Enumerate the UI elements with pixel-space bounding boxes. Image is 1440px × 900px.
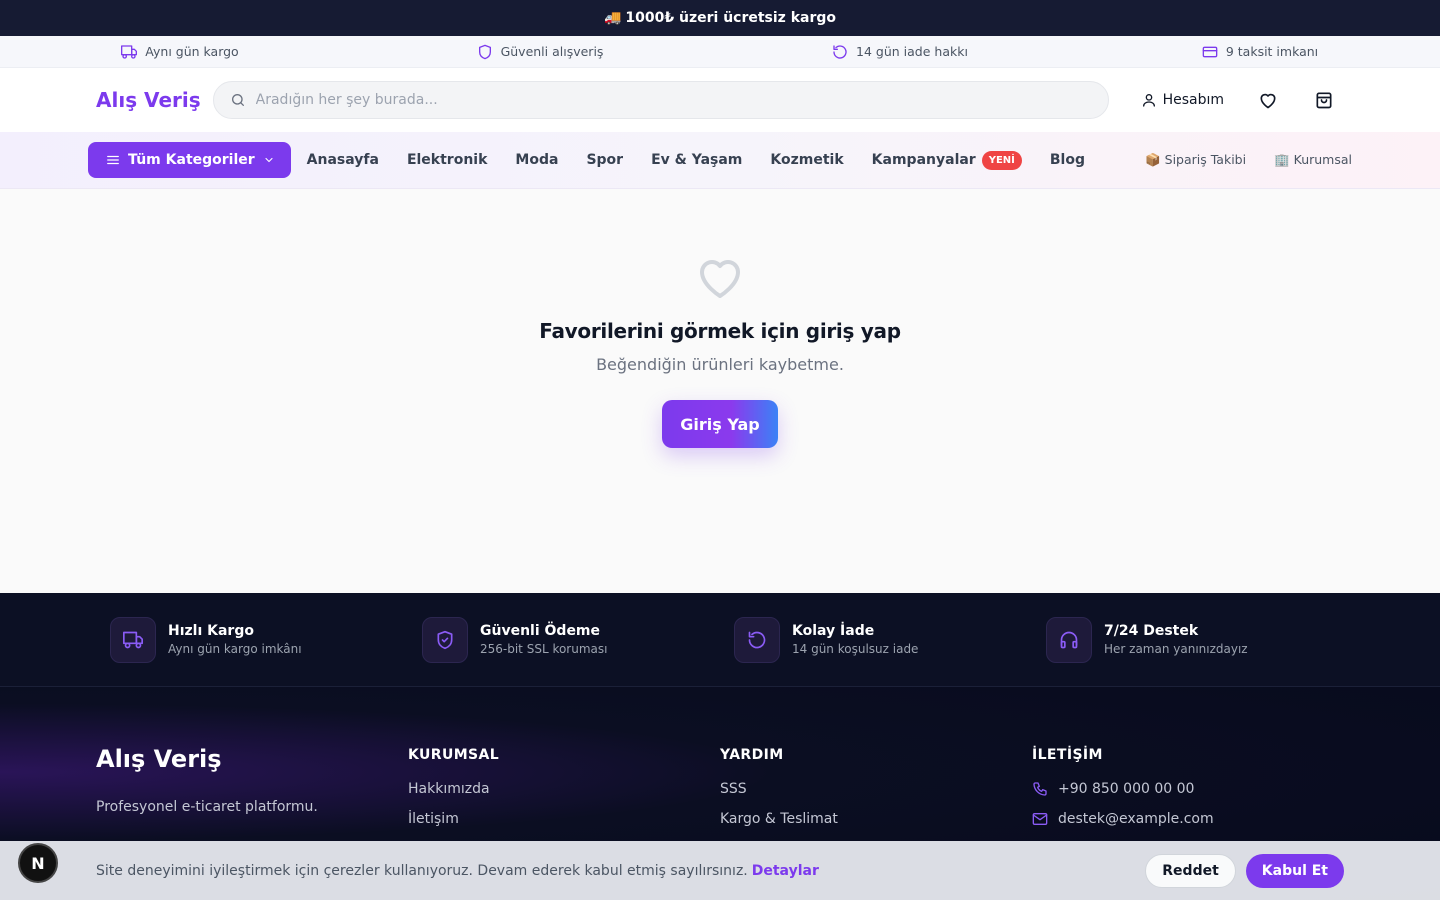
devtools-badge[interactable]: N <box>18 843 58 883</box>
announcement-bar: 🚚 1000₺ üzeri ücretsiz kargo <box>0 0 1440 36</box>
site-logo[interactable]: Alış Veriş <box>96 88 201 112</box>
favorites-button[interactable] <box>1248 80 1288 120</box>
nav-link-campaigns[interactable]: Kampanyalar YENİ <box>872 150 1022 170</box>
nav-link-fashion[interactable]: Moda <box>515 152 558 168</box>
refresh-icon <box>832 44 848 60</box>
refresh-icon <box>734 616 780 663</box>
feature-support: 7/24 Destek Her zaman yanınızdayız <box>1032 616 1344 663</box>
favorites-empty-state: Favorilerini görmek için giriş yap Beğen… <box>0 189 1440 593</box>
order-tracking-link[interactable]: 📦 Sipariş Takibi <box>1145 152 1246 168</box>
credit-card-icon <box>1202 44 1218 60</box>
feature-fast-shipping: Hızlı Kargo Aynı gün kargo imkânı <box>96 616 408 663</box>
footer-logo[interactable]: Alış Veriş <box>96 745 408 773</box>
cart-button[interactable] <box>1304 80 1344 120</box>
truck-icon <box>121 44 138 60</box>
nav-link-home[interactable]: Anasayfa <box>307 152 379 168</box>
chevron-down-icon <box>263 154 275 166</box>
nav-link-blog[interactable]: Blog <box>1050 152 1085 168</box>
mail-icon <box>1032 811 1048 827</box>
footer-description: Profesyonel e-ticaret platformu. <box>96 799 318 815</box>
search-input[interactable] <box>255 92 1092 108</box>
reject-cookies-button[interactable]: Reddet <box>1145 853 1236 888</box>
shopping-bag-icon <box>1314 90 1334 110</box>
footer-email[interactable]: destek@example.com <box>1032 811 1344 827</box>
cookie-text: Site deneyimini iyileştirmek için çerezl… <box>96 862 748 879</box>
heart-icon <box>696 255 744 299</box>
user-icon <box>1141 92 1157 108</box>
main-nav: Tüm Kategoriler Anasayfa Elektronik Moda… <box>0 132 1440 189</box>
login-button[interactable]: Giriş Yap <box>662 400 778 448</box>
trust-item-return: 14 gün iade hakkı <box>720 44 1080 60</box>
nav-link-home-living[interactable]: Ev & Yaşam <box>651 152 742 168</box>
trust-item-secure: Güvenli alışveriş <box>360 44 720 60</box>
truck-emoji: 🚚 <box>603 10 622 26</box>
cookie-banner: Site deneyimini iyileştirmek için çerezl… <box>0 841 1440 900</box>
corporate-link[interactable]: 🏢 Kurumsal <box>1274 152 1352 168</box>
footer-link-faq[interactable]: SSS <box>720 781 1032 797</box>
footer-link-shipping[interactable]: Kargo & Teslimat <box>720 811 1032 827</box>
search-bar[interactable] <box>212 81 1109 119</box>
menu-icon <box>106 153 120 167</box>
nav-link-sport[interactable]: Spor <box>586 152 623 168</box>
shield-check-icon <box>422 616 468 663</box>
account-button[interactable]: Hesabım <box>1133 86 1232 114</box>
features-strip: Hızlı Kargo Aynı gün kargo imkânı Güvenl… <box>0 593 1440 687</box>
page-title: Favorilerini görmek için giriş yap <box>539 319 901 343</box>
accept-cookies-button[interactable]: Kabul Et <box>1245 853 1344 888</box>
search-icon <box>230 92 246 108</box>
trust-item-shipping: Aynı gün kargo <box>0 44 360 60</box>
page-subtitle: Beğendiğin ürünleri kaybetme. <box>596 355 844 374</box>
footer-link-about[interactable]: Hakkımızda <box>408 781 720 797</box>
feature-secure-payment: Güvenli Ödeme 256-bit SSL koruması <box>408 616 720 663</box>
site-header: Alış Veriş Hesabım <box>0 68 1440 132</box>
trust-item-installment: 9 taksit imkanı <box>1080 44 1440 60</box>
all-categories-button[interactable]: Tüm Kategoriler <box>88 142 291 178</box>
shield-icon <box>477 44 493 60</box>
footer-link-contact[interactable]: İletişim <box>408 811 720 827</box>
nav-link-electronics[interactable]: Elektronik <box>407 152 487 168</box>
trust-bar: Aynı gün kargo Güvenli alışveriş 14 gün … <box>0 36 1440 68</box>
phone-icon <box>1032 781 1048 797</box>
footer-phone[interactable]: +90 850 000 00 00 <box>1032 781 1344 797</box>
new-badge: YENİ <box>981 150 1022 170</box>
nav-link-cosmetics[interactable]: Kozmetik <box>770 152 843 168</box>
heart-icon <box>1258 90 1278 110</box>
headphones-icon <box>1046 616 1092 663</box>
cookie-details-link[interactable]: Detaylar <box>752 863 819 879</box>
truck-icon <box>110 616 156 663</box>
announcement-text: 1000₺ üzeri ücretsiz kargo <box>625 10 837 26</box>
feature-easy-return: Kolay İade 14 gün koşulsuz iade <box>720 616 1032 663</box>
